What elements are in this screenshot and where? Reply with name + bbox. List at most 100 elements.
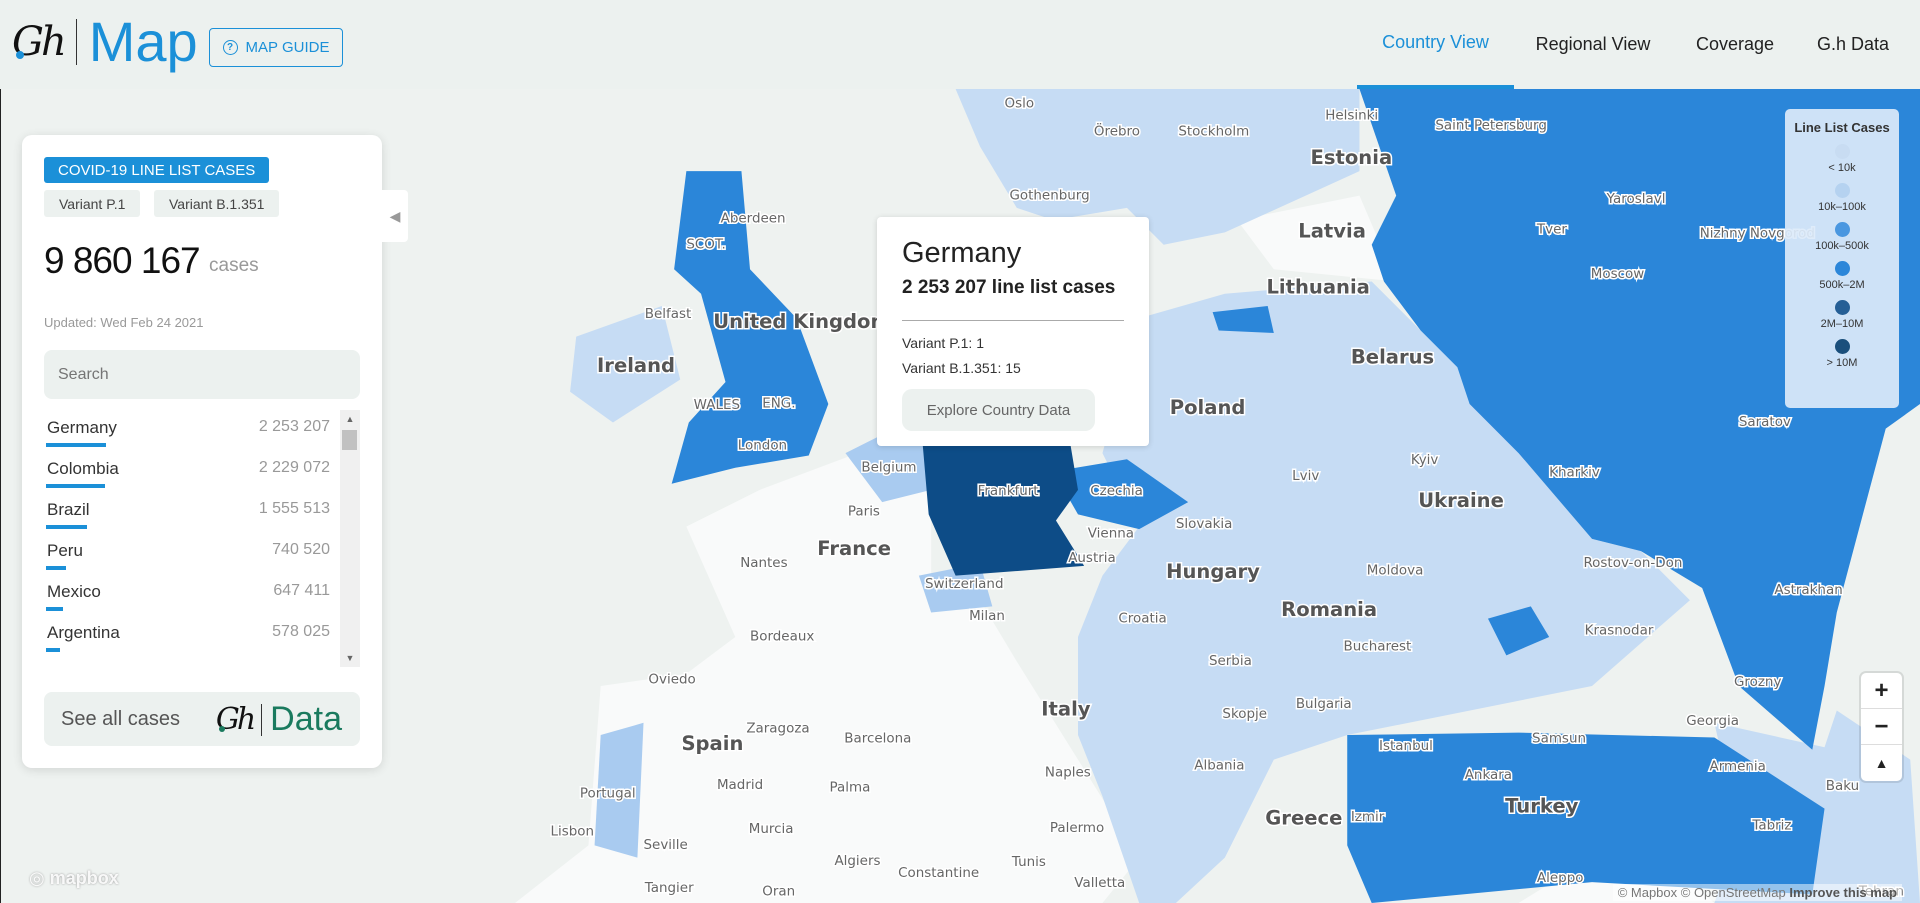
map-label: France — [817, 537, 891, 560]
country-cases: 740 520 — [272, 541, 330, 558]
map-label: London — [738, 437, 787, 453]
search-input[interactable] — [44, 350, 360, 399]
map-label: Barcelona — [844, 730, 911, 746]
mapbox-logo[interactable]: ◎ mapbox — [29, 868, 119, 889]
map-label: Romania — [1281, 598, 1377, 621]
map-label: Portugal — [580, 786, 636, 802]
legend-swatch — [1834, 300, 1850, 315]
map-label: Kyiv — [1411, 452, 1439, 468]
map-label: Aleppo — [1537, 870, 1584, 886]
map-label: Krasnodar — [1585, 623, 1654, 639]
tab-regional-view[interactable]: Regional View — [1523, 0, 1663, 89]
list-item[interactable]: Mexico 647 411 — [44, 574, 340, 615]
country-name: Peru — [47, 541, 83, 560]
map-label: Belfast — [645, 306, 692, 322]
map-label: Lithuania — [1266, 276, 1369, 299]
tab-coverage[interactable]: Coverage — [1680, 0, 1790, 89]
map-label: Oslo — [1005, 95, 1035, 111]
map-label: Greece — [1265, 807, 1342, 830]
map-label: Hungary — [1166, 560, 1260, 583]
tab-country-view[interactable]: Country View — [1357, 0, 1514, 89]
zoom-in-button[interactable]: + — [1861, 673, 1902, 709]
map-label: Serbia — [1209, 653, 1252, 669]
map-label: Baku — [1826, 778, 1859, 794]
map-label: Ireland — [597, 354, 675, 377]
see-all-cases-button[interactable]: See all cases Gh Data — [44, 692, 360, 746]
map-label: ENG. — [762, 396, 795, 412]
popup-country: Germany — [902, 237, 1022, 269]
country-cases: 578 025 — [272, 623, 330, 640]
map-label: Bordeaux — [750, 629, 814, 645]
map-label: Paris — [848, 504, 880, 520]
country-popup: Germany 2 253 207 line list cases Varian… — [877, 217, 1149, 446]
map-label: Algiers — [834, 853, 880, 869]
map-label: Milan — [969, 608, 1005, 624]
compass-icon: ▲ — [1874, 755, 1889, 771]
legend-item: 500k–2M — [1785, 261, 1899, 291]
explore-country-data-button[interactable]: Explore Country Data — [902, 389, 1095, 431]
tab-gh-data[interactable]: G.h Data — [1803, 0, 1903, 89]
line-list-cases-badge[interactable]: COVID-19 LINE LIST CASES — [44, 157, 270, 183]
country-cases: 2 229 072 — [258, 459, 330, 476]
list-item[interactable]: Peru 740 520 — [44, 533, 340, 574]
map-label: Belarus — [1351, 346, 1434, 369]
reset-north-button[interactable]: ▲ — [1861, 745, 1902, 781]
map-label: Turkey — [1505, 794, 1579, 817]
map-label: Kharkiv — [1549, 464, 1600, 480]
map-label: Bucharest — [1344, 638, 1412, 654]
variant-p1-button[interactable]: Variant P.1 — [44, 190, 141, 217]
scroll-up-icon[interactable]: ▲ — [340, 414, 360, 424]
map-label: United Kingdom — [713, 310, 891, 333]
gh-logo[interactable]: Gh Map — [12, 14, 198, 70]
map-label: Astrakhan — [1774, 582, 1842, 598]
map-label: Spain — [681, 732, 743, 755]
map-legend: Line List Cases < 10k 10k–100k 100k–500k 50… — [1785, 109, 1899, 408]
legend-swatch — [1834, 339, 1850, 354]
map-label: Palermo — [1050, 820, 1104, 836]
legend-item: 10k–100k — [1785, 183, 1899, 213]
legend-label: < 10k — [1828, 162, 1856, 174]
map-guide-button[interactable]: ? MAP GUIDE — [209, 28, 343, 67]
map-label: Tver — [1536, 222, 1567, 238]
header: Gh Map ? MAP GUIDE Country View Regional … — [0, 0, 1920, 89]
scroll-thumb[interactable] — [342, 430, 357, 450]
improve-map-link[interactable]: Improve this map — [1789, 885, 1897, 900]
map-label: Estonia — [1311, 146, 1393, 169]
map-label: Ankara — [1465, 767, 1512, 783]
app-title: Map — [88, 10, 198, 73]
map-label: Gothenburg — [1009, 187, 1089, 203]
gh-data-logo: Gh Data — [215, 700, 342, 738]
chevron-left-icon: ◀ — [389, 207, 401, 224]
legend-label: > 10M — [1826, 357, 1858, 369]
map-label: Italy — [1041, 697, 1091, 720]
popup-cases: 2 253 207 line list cases — [902, 277, 1116, 298]
legend-label: 500k–2M — [1819, 279, 1865, 291]
country-cases: 2 253 207 — [258, 418, 330, 435]
zoom-out-button[interactable]: − — [1861, 709, 1902, 745]
scroll-down-icon[interactable]: ▼ — [340, 653, 360, 663]
popup-variant-p1: Variant P.1: 1 — [902, 335, 984, 351]
list-scrollbar[interactable]: ▲ ▼ — [340, 410, 360, 667]
map-label: Grozny — [1734, 674, 1781, 690]
map-label: Naples — [1045, 765, 1091, 781]
list-item[interactable]: Brazil 1 555 513 — [44, 492, 340, 533]
country-list: Germany 2 253 207 Colombia 2 229 072 Brazi… — [44, 410, 340, 667]
map-label: Bulgaria — [1296, 696, 1352, 712]
country-name: Brazil — [47, 500, 90, 519]
map-label: Latvia — [1298, 219, 1366, 242]
attribution-text[interactable]: © Mapbox © OpenStreetMap — [1618, 885, 1786, 900]
country-name: Colombia — [47, 459, 119, 478]
variant-b1351-button[interactable]: Variant B.1.351 — [154, 190, 280, 217]
map-label: Palma — [830, 779, 871, 795]
cases-bar — [46, 443, 106, 447]
map-label: Saint Petersburg — [1435, 117, 1547, 133]
map-label: Valletta — [1074, 875, 1125, 891]
list-item[interactable]: Colombia 2 229 072 — [44, 451, 340, 492]
collapse-panel-button[interactable]: ◀ — [382, 190, 408, 242]
map-label: Poland — [1170, 396, 1246, 419]
country-name: Mexico — [47, 582, 101, 601]
map-label: Tabriz — [1751, 817, 1791, 833]
list-item[interactable]: Germany 2 253 207 — [44, 410, 340, 451]
list-item[interactable]: Argentina 578 025 — [44, 615, 340, 656]
map-label: Izmir — [1351, 809, 1385, 825]
